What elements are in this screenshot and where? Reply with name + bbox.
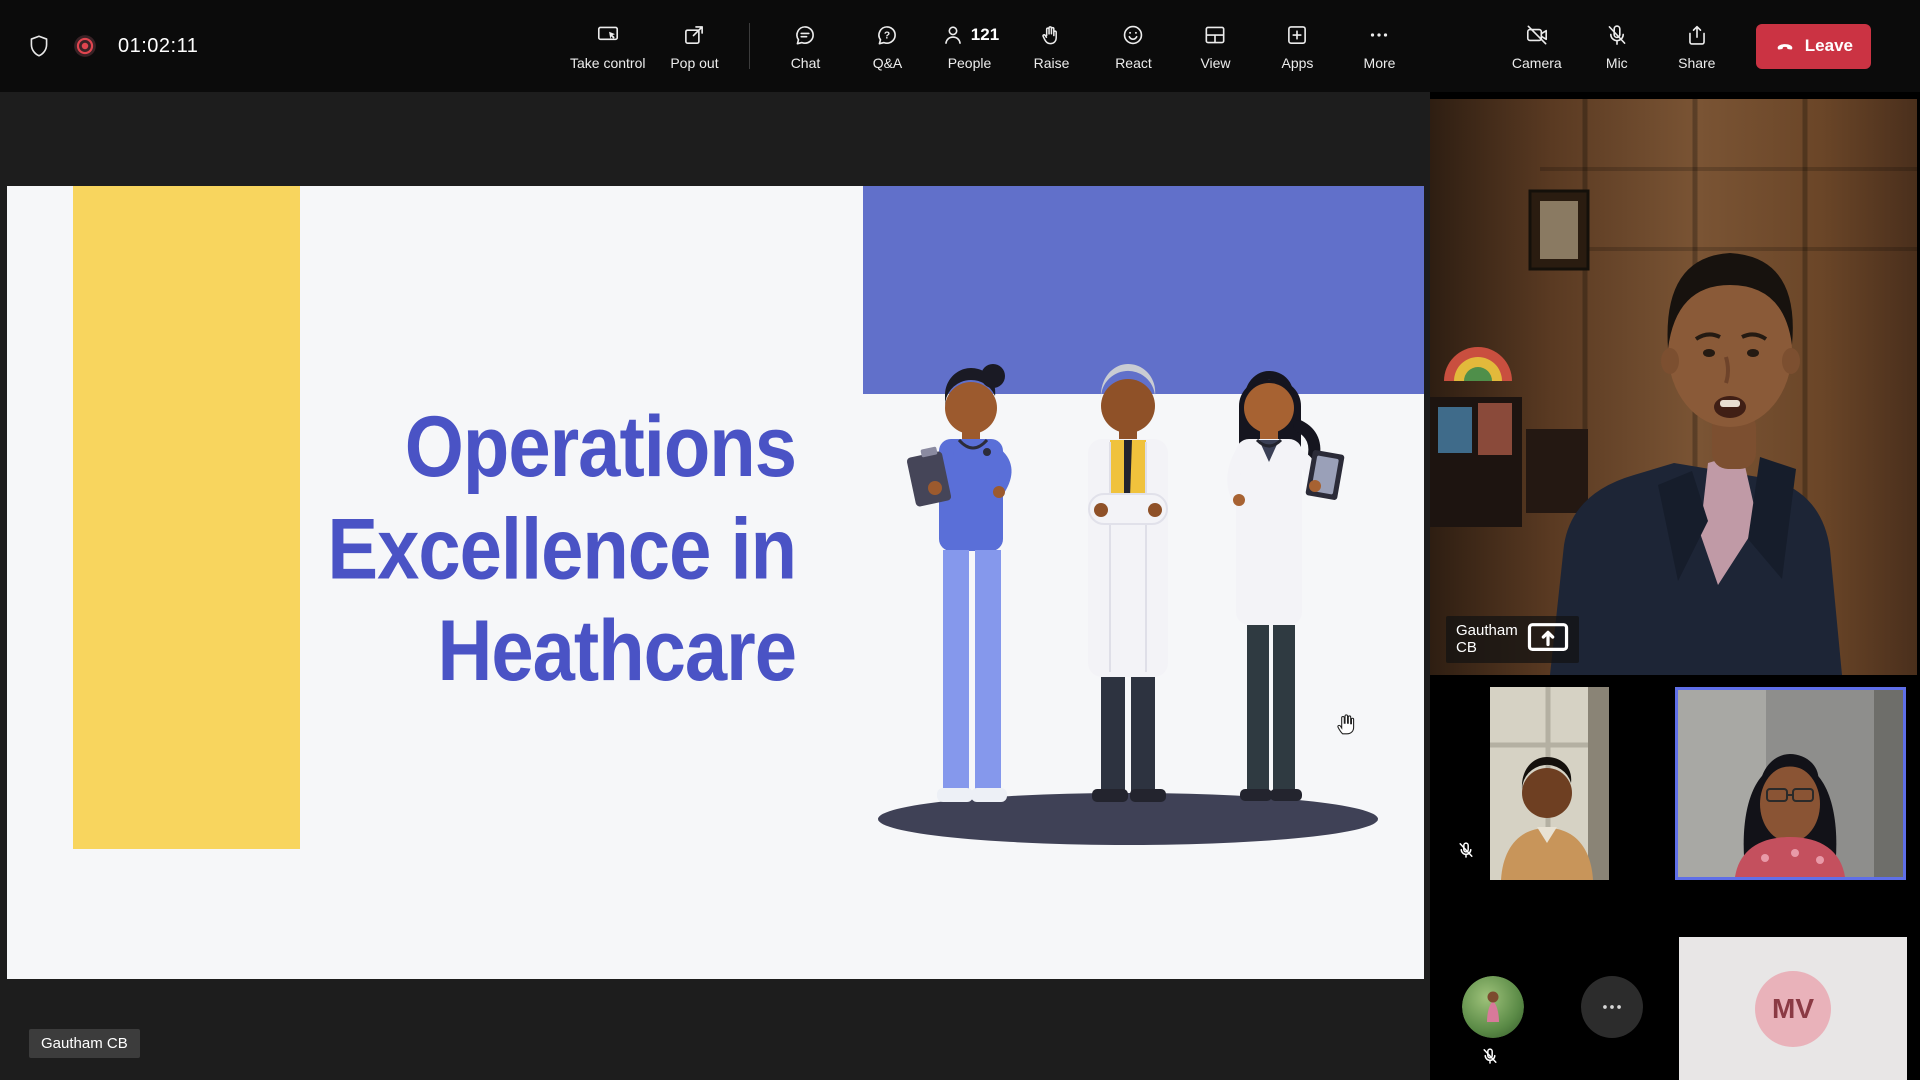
more-button[interactable]: More (1342, 0, 1416, 92)
participants-panel: Gautham CB (1430, 92, 1920, 1080)
meeting-toolbar: 01:02:11 Take control Pop out (0, 0, 1920, 92)
presentation-slide: Operations Excellence in Heathcare (7, 186, 1424, 979)
qna-icon: ? (874, 22, 900, 48)
pop-out-icon (681, 22, 707, 48)
raise-hand-icon (1038, 22, 1064, 48)
toolbar-left-group: 01:02:11 (26, 0, 198, 92)
leave-button[interactable]: Leave (1756, 24, 1871, 69)
presenter-name-label: Gautham CB (29, 1029, 140, 1058)
participant-video-frame (1490, 687, 1609, 880)
react-icon (1120, 22, 1146, 48)
mic-off-icon (1604, 22, 1630, 48)
qna-label: Q&A (873, 55, 903, 71)
senior-doctor-figure (1088, 364, 1168, 802)
view-button[interactable]: View (1178, 0, 1252, 92)
apps-button[interactable]: Apps (1260, 0, 1334, 92)
leave-phone-icon (1774, 35, 1796, 57)
share-button[interactable]: Share (1660, 0, 1734, 92)
screen-share-indicator-icon (1527, 621, 1569, 658)
slide-yellow-accent (73, 186, 300, 849)
pop-out-button[interactable]: Pop out (657, 0, 731, 92)
react-button[interactable]: React (1096, 0, 1170, 92)
view-label: View (1200, 55, 1230, 71)
view-icon (1202, 22, 1228, 48)
pop-out-label: Pop out (670, 55, 718, 71)
toolbar-divider (749, 23, 750, 69)
camera-off-icon (1524, 22, 1550, 48)
active-speaker-video-frame (1678, 690, 1903, 877)
people-count: 121 (971, 25, 999, 45)
hand-cursor-icon (1335, 710, 1359, 736)
people-label: People (948, 55, 992, 71)
take-control-button[interactable]: Take control (566, 0, 649, 92)
female-doctor-figure (1233, 371, 1345, 801)
slide-title-line-3: Heathcare (327, 600, 796, 702)
react-label: React (1115, 55, 1152, 71)
meeting-timer: 01:02:11 (118, 35, 198, 58)
shared-screen-stage: Operations Excellence in Heathcare (0, 92, 1430, 1080)
toolbar-right-group: Camera Mic Share (1500, 0, 1871, 92)
share-label: Share (1678, 55, 1715, 71)
recording-indicator-icon (72, 33, 98, 59)
qna-button[interactable]: ? Q&A (850, 0, 924, 92)
mic-off-indicator-icon (1480, 1046, 1500, 1071)
more-icon (1366, 22, 1392, 48)
raise-label: Raise (1034, 55, 1070, 71)
leave-label: Leave (1805, 36, 1853, 56)
chat-label: Chat (791, 55, 821, 71)
chat-icon (792, 22, 818, 48)
apps-icon (1284, 22, 1310, 48)
main-speaker-name-badge: Gautham CB (1446, 616, 1579, 663)
active-speaker-video-tile[interactable] (1675, 687, 1906, 880)
main-speaker-name: Gautham CB (1456, 622, 1518, 656)
slide-title: Operations Excellence in Heathcare (327, 396, 796, 703)
people-button[interactable]: 121 People (932, 0, 1006, 92)
apps-label: Apps (1282, 55, 1314, 71)
raise-hand-button[interactable]: Raise (1014, 0, 1088, 92)
main-speaker-video-frame (1430, 99, 1917, 675)
initials-avatar: MV (1755, 971, 1831, 1047)
take-control-label: Take control (570, 55, 645, 71)
toolbar-center-group: Take control Pop out Chat (566, 0, 1416, 92)
participant-avatar[interactable] (1462, 976, 1524, 1038)
people-icon (940, 22, 966, 48)
healthcare-workers-illustration (863, 336, 1393, 856)
share-icon (1684, 22, 1710, 48)
take-control-icon (595, 22, 621, 48)
initials-participant-tile[interactable]: MV (1679, 937, 1907, 1080)
ellipsis-icon (1599, 994, 1625, 1020)
svg-text:?: ? (884, 30, 890, 41)
main-speaker-video[interactable]: Gautham CB (1430, 99, 1917, 675)
chat-button[interactable]: Chat (768, 0, 842, 92)
more-label: More (1364, 55, 1396, 71)
nurse-figure (906, 364, 1007, 802)
mic-off-indicator-icon (1456, 840, 1476, 865)
camera-label: Camera (1512, 55, 1562, 71)
mic-button[interactable]: Mic (1580, 0, 1654, 92)
people-icon-count: 121 (940, 22, 999, 48)
participant-video-tile[interactable] (1490, 687, 1609, 880)
slide-title-line-1: Operations (327, 396, 796, 498)
slide-title-line-2: Excellence in (327, 498, 796, 600)
camera-button[interactable]: Camera (1500, 0, 1574, 92)
mic-label: Mic (1606, 55, 1628, 71)
shield-icon (26, 33, 52, 59)
overflow-participants-button[interactable] (1581, 976, 1643, 1038)
participant-avatar-photo (1462, 976, 1524, 1038)
